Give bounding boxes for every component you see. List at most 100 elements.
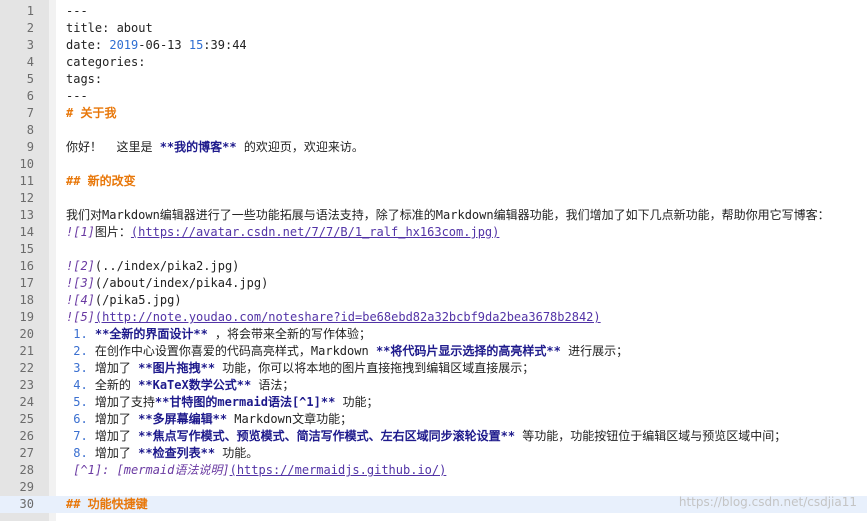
list-marker: 3. (66, 361, 95, 375)
editor-line[interactable]: 9 你好！ 这里是 **我的博客** 的欢迎页，欢迎来访。 (0, 139, 867, 156)
editor-line[interactable]: 11 ## 新的改变 (0, 173, 867, 190)
editor-line[interactable]: 20 1. **全新的界面设计** ，将会带来全新的写作体验； (0, 326, 867, 343)
line-text: 8. 增加了 **检查列表** 功能。 (66, 445, 258, 462)
plain-text: --- (66, 4, 88, 18)
text: 等功能，功能按钮位于编辑区域与预览区域中间； (515, 429, 787, 443)
line-text: ## 新的改变 (66, 173, 136, 190)
list-marker: 5. (66, 395, 95, 409)
image-path: (../index/pika2.jpg) (94, 259, 240, 273)
editor-line[interactable]: 28 [^1]: [mermaid语法说明](https://mermaidjs… (0, 462, 867, 479)
image-path: (/pika5.jpg) (94, 293, 182, 307)
editor-line[interactable]: 18 ![4](/pika5.jpg) (0, 292, 867, 309)
line-number: 26 (19, 429, 34, 443)
plain-text: title: about (66, 21, 153, 35)
editor-line[interactable]: 24 5. 增加了支持**甘特图的mermaid语法[^1]** 功能； (0, 394, 867, 411)
bold-text: **将代码片显示选择的高亮样式** (375, 344, 561, 358)
editor-line[interactable]: 29 (0, 479, 867, 496)
line-number: 30 (19, 497, 34, 511)
link-url: (http://note.youdao.com/noteshare?id=be6… (94, 310, 601, 324)
editor-line[interactable]: 3 date: 2019-06-13 15:39:44 (0, 37, 867, 54)
editor-line[interactable]: 12 (0, 190, 867, 207)
editor-line[interactable]: 15 (0, 241, 867, 258)
editor-line[interactable]: 7 # 关于我 (0, 105, 867, 122)
text: :39:44 (203, 38, 247, 52)
editor-line[interactable]: 14 ![1]图片：(https://avatar.csdn.net/7/7/B/… (0, 224, 867, 241)
line-text: ![1]图片：(https://avatar.csdn.net/7/7/B/1_… (66, 224, 499, 241)
text: 增加了 (94, 446, 139, 460)
editor-line[interactable]: 17 ![3](/about/index/pika4.jpg) (0, 275, 867, 292)
text: 在创作中心设置你喜爱的代码高亮样式，Markdown (94, 344, 376, 358)
line-text: ![4](/pika5.jpg) (66, 292, 182, 309)
line-number: 20 (19, 327, 34, 341)
editor-line[interactable]: 10 (0, 156, 867, 173)
line-text: date: 2019-06-13 15:39:44 (66, 37, 247, 54)
editor-line[interactable]: 27 8. 增加了 **检查列表** 功能。 (0, 445, 867, 462)
bold-text: **我的博客** (159, 140, 237, 154)
line-number: 11 (19, 174, 34, 188)
list-marker: 8. (66, 446, 95, 460)
line-text: # 关于我 (66, 105, 116, 122)
editor-line[interactable]: 1 --- (0, 3, 867, 20)
line-text: 7. 增加了 **焦点写作模式、预览模式、简洁写作模式、左右区域同步滚轮设置**… (66, 428, 786, 445)
bold-text: **KaTeX数学公式** (138, 378, 252, 392)
text: 的欢迎页，欢迎来访。 (236, 140, 364, 154)
plain-text: --- (66, 89, 88, 103)
list-marker: 1. (66, 327, 95, 341)
text: 功能。 (215, 446, 259, 460)
editor-line[interactable]: 4 categories: (0, 54, 867, 71)
line-text: 4. 全新的 **KaTeX数学公式** 语法； (66, 377, 294, 394)
editor-line[interactable]: 22 3. 增加了 **图片拖拽** 功能，你可以将本地的图片直接拖拽到编辑区域… (0, 360, 867, 377)
editor-line[interactable]: 16 ![2](../index/pika2.jpg) (0, 258, 867, 275)
editor-line[interactable]: 2 title: about (0, 20, 867, 37)
markdown-editor[interactable]: 1 --- 2 title: about 3 date: 2019-06-13 15:39… (0, 0, 867, 521)
text: 功能，你可以将本地的图片直接拖拽到编辑区域直接展示； (215, 361, 535, 375)
editor-line[interactable]: 25 6. 增加了 **多屏幕编辑** Markdown文章功能； (0, 411, 867, 428)
editor-line[interactable]: 5 tags: (0, 71, 867, 88)
line-number: 8 (26, 123, 34, 137)
line-text: title: about (66, 20, 153, 37)
line-text: 6. 增加了 **多屏幕编辑** Markdown文章功能； (66, 411, 352, 428)
line-text: 我们对Markdown编辑器进行了一些功能拓展与语法支持，除了标准的Markdo… (66, 207, 830, 224)
image-reference: ![2] (66, 259, 95, 273)
line-text: --- (66, 88, 88, 105)
text: date: (66, 38, 110, 52)
line-number: 24 (19, 395, 34, 409)
line-number: 12 (19, 191, 34, 205)
line-number: 16 (19, 259, 34, 273)
number-token: 15 (188, 38, 204, 52)
plain-text: 我们对Markdown编辑器进行了一些功能拓展与语法支持，除了标准的Markdo… (66, 208, 830, 222)
line-text: ![5](http://note.youdao.com/noteshare?id… (66, 309, 601, 326)
line-number: 27 (19, 446, 34, 460)
line-number: 5 (26, 72, 34, 86)
link-url: (https://avatar.csdn.net/7/7/B/1_ralf_hx… (130, 225, 500, 239)
editor-line[interactable]: 13 我们对Markdown编辑器进行了一些功能拓展与语法支持，除了标准的Mark… (0, 207, 867, 224)
image-path: (/about/index/pika4.jpg) (94, 276, 269, 290)
list-marker: 4. (66, 378, 95, 392)
editor-line[interactable]: 8 (0, 122, 867, 139)
editor-line[interactable]: 26 7. 增加了 **焦点写作模式、预览模式、简洁写作模式、左右区域同步滚轮设… (0, 428, 867, 445)
line-text: 3. 增加了 **图片拖拽** 功能，你可以将本地的图片直接拖拽到编辑区域直接展… (66, 360, 534, 377)
editor-line[interactable]: 6 --- (0, 88, 867, 105)
editor-line[interactable]: 19 ![5](http://note.youdao.com/noteshare?… (0, 309, 867, 326)
watermark: https://blog.csdn.net/csdjia11 (678, 495, 857, 509)
image-reference: ![5] (66, 310, 95, 324)
line-text: ## 功能快捷键 (66, 496, 148, 513)
plain-text: tags: (66, 72, 103, 86)
text: -06-13 (138, 38, 189, 52)
line-number: 1 (26, 4, 34, 18)
line-number: 3 (26, 38, 34, 52)
line-number: 17 (19, 276, 34, 290)
line-number: 21 (19, 344, 34, 358)
line-number: 10 (19, 157, 34, 171)
line-text: 1. **全新的界面设计** ，将会带来全新的写作体验； (66, 326, 371, 343)
line-number: 18 (19, 293, 34, 307)
line-number: 6 (26, 89, 34, 103)
line-text: 5. 增加了支持**甘特图的mermaid语法[^1]** 功能； (66, 394, 378, 411)
editor-line[interactable]: 21 2. 在创作中心设置你喜爱的代码高亮样式，Markdown **将代码片显… (0, 343, 867, 360)
line-text: 2. 在创作中心设置你喜爱的代码高亮样式，Markdown **将代码片显示选择… (66, 343, 628, 360)
line-number: 22 (19, 361, 34, 375)
editor-line[interactable]: 23 4. 全新的 **KaTeX数学公式** 语法； (0, 377, 867, 394)
text: 增加了 (94, 412, 139, 426)
image-reference: ![4] (66, 293, 95, 307)
line-number: 14 (19, 225, 34, 239)
